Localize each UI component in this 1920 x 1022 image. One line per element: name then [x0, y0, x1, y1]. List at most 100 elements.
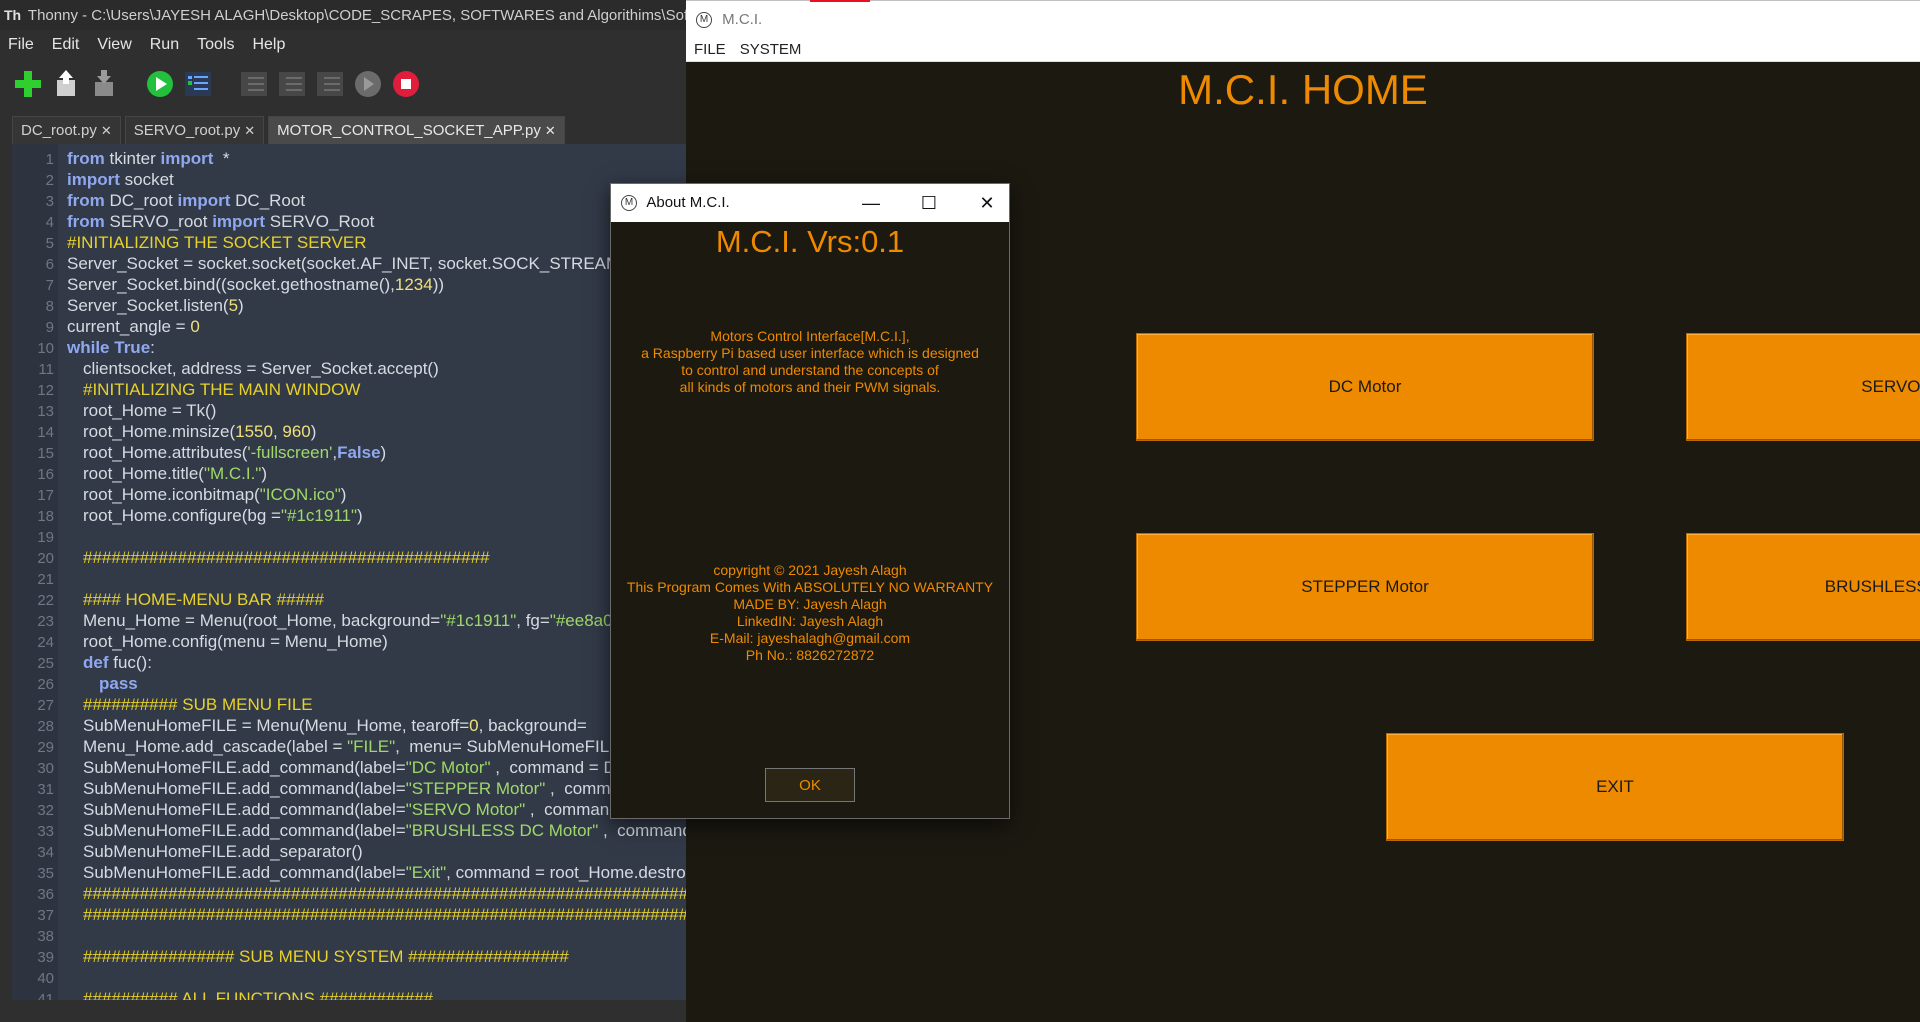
about-description-line: all kinds of motors and their PWM signal… [679, 379, 941, 395]
code-token: ########## SUB MENU FILE [83, 695, 313, 714]
dc-motor-button[interactable]: DC Motor [1136, 333, 1594, 441]
line-code: ################ SUB MENU SYSTEM #######… [67, 946, 569, 967]
line-code: Menu_Home.add_cascade(label = "FILE", me… [67, 736, 626, 757]
step-out-icon[interactable] [314, 68, 346, 100]
code-token: Server_Socket = socket.socket(socket.AF_… [67, 254, 626, 273]
line-code: SubMenuHomeFILE.add_separator() [67, 841, 363, 862]
code-token: from [67, 212, 105, 231]
servo-motor-button[interactable]: SERVO Motor [1686, 333, 1920, 441]
tab-close-icon[interactable]: ✕ [545, 123, 556, 138]
code-token: '-fullscreen' [247, 443, 333, 462]
line-code: while True: [67, 337, 155, 358]
code-line: 7 Server_Socket.bind((socket.gethostname(… [12, 274, 686, 295]
line-number: 31 [37, 781, 54, 798]
code-token: "#1c1911" [280, 506, 358, 525]
line-code: def fuc(): [67, 652, 152, 673]
code-token: root_Home.config(menu = Menu_Home) [83, 632, 388, 651]
menu-tools[interactable]: Tools [197, 30, 234, 60]
code-line: 10 while True: [12, 337, 686, 358]
code-line: 13 root_Home = Tk() [12, 400, 686, 421]
line-number: 16 [37, 466, 54, 483]
code-line: 17 root_Home.iconbitmap("ICON.ico") [12, 484, 686, 505]
menu-help[interactable]: Help [252, 30, 285, 60]
code-line: 29 Menu_Home.add_cascade(label = "FILE", … [12, 736, 686, 757]
line-code: from SERVO_root import SERVO_Root [67, 211, 374, 232]
step-into-icon[interactable] [276, 68, 308, 100]
menu-view[interactable]: View [97, 30, 131, 60]
line-number: 27 [37, 697, 54, 714]
debug-icon[interactable] [182, 68, 214, 100]
thonny-toolbar [0, 60, 686, 112]
editor-tab[interactable]: DC_root.py ✕ [12, 116, 121, 144]
about-credit-line: This Program Comes With ABSOLUTELY NO WA… [626, 579, 994, 595]
about-credit-line: copyright © 2021 Jayesh Alagh [713, 562, 907, 578]
line-number: 36 [37, 886, 54, 903]
line-number: 40 [37, 970, 54, 987]
step-over-icon[interactable] [238, 68, 270, 100]
line-code: SubMenuHomeFILE.add_command(label="DC Mo… [67, 757, 679, 778]
code-line: 24 root_Home.config(menu = Menu_Home) [12, 631, 686, 652]
menu-run[interactable]: Run [150, 30, 179, 60]
code-token: SERVO_Root [265, 212, 375, 231]
code-line: 16 root_Home.title("M.C.I.") [12, 463, 686, 484]
ok-button[interactable]: OK [765, 768, 855, 802]
code-line: 4 from SERVO_root import SERVO_Root [12, 211, 686, 232]
line-code: root_Home.configure(bg ="#1c1911") [67, 505, 363, 526]
line-number: 6 [45, 256, 54, 273]
tab-close-icon[interactable]: ✕ [244, 123, 255, 138]
thonny-logo-icon: Th [4, 7, 22, 23]
line-number: 9 [45, 319, 54, 336]
minimize-icon[interactable]: — [849, 184, 893, 222]
code-line: 27 ########## SUB MENU FILE [12, 694, 686, 715]
code-line: 28 SubMenuHomeFILE = Menu(Menu_Home, tear… [12, 715, 686, 736]
exit-button[interactable]: EXIT [1386, 733, 1844, 841]
code-token: True [114, 338, 151, 357]
line-number: 1 [45, 151, 54, 168]
stop-icon[interactable] [390, 68, 422, 100]
menu-file[interactable]: File [8, 30, 34, 60]
tab-close-icon[interactable]: ✕ [101, 123, 112, 138]
code-line: 14 root_Home.minsize(1550, 960) [12, 421, 686, 442]
code-line: 8 Server_Socket.listen(5) [12, 295, 686, 316]
code-token: DC_root [104, 191, 178, 210]
stepper-motor-button[interactable]: STEPPER Motor [1136, 533, 1594, 641]
code-line: 20 ######################################… [12, 547, 686, 568]
line-code: #INITIALIZING THE SOCKET SERVER [67, 232, 366, 253]
code-line: 12 #INITIALIZING THE MAIN WINDOW [12, 379, 686, 400]
line-number: 38 [37, 928, 54, 945]
brushless-dc-motor-button[interactable]: BRUSHLESS DC Motor [1686, 533, 1920, 641]
line-number: 7 [45, 277, 54, 294]
line-number: 26 [37, 676, 54, 693]
line-code: root_Home.minsize(1550, 960) [67, 421, 316, 442]
menu-edit[interactable]: Edit [52, 30, 80, 60]
line-number: 2 [45, 172, 54, 189]
code-line: 33 SubMenuHomeFILE.add_command(label="BRU… [12, 820, 686, 841]
line-code: root_Home.attributes('-fullscreen',False… [67, 442, 386, 463]
line-code: root_Home.title("M.C.I.") [67, 463, 267, 484]
mci-menu-system[interactable]: SYSTEM [740, 41, 802, 58]
about-titlebar[interactable]: M About M.C.I. — ☐ ✕ [611, 184, 1009, 222]
line-code: ########## ALL FUNCTIONS ############ [67, 988, 433, 1000]
line-code: Menu_Home = Menu(root_Home, background="… [67, 610, 628, 631]
line-number: 13 [37, 403, 54, 420]
code-editor[interactable]: 1 from tkinter import * 2 import socket 3 fro… [12, 144, 686, 1000]
editor-tab[interactable]: SERVO_root.py ✕ [124, 116, 265, 144]
mci-app-icon: M [696, 12, 712, 29]
mci-titlebar[interactable]: M M.C.I. [686, 0, 1920, 38]
about-credit-line: E-Mail: jayeshalagh@gmail.com [709, 630, 911, 646]
run-icon[interactable] [144, 68, 176, 100]
line-number: 35 [37, 865, 54, 882]
mci-menu-file[interactable]: FILE [694, 41, 726, 58]
maximize-icon[interactable]: ☐ [907, 184, 951, 222]
thonny-titlebar[interactable]: Th Thonny - C:\Users\JAYESH ALAGH\Deskto… [0, 0, 686, 30]
resume-icon[interactable] [352, 68, 384, 100]
save-file-icon[interactable] [88, 68, 120, 100]
code-line: 32 SubMenuHomeFILE.add_command(label="SER… [12, 799, 686, 820]
open-file-icon[interactable] [50, 68, 82, 100]
editor-tab[interactable]: MOTOR_CONTROL_SOCKET_APP.py ✕ [268, 116, 565, 144]
line-code: ########################################… [67, 883, 686, 904]
code-token: SERVO_root [104, 212, 213, 231]
line-code: from tkinter import * [67, 148, 229, 169]
new-file-icon[interactable] [12, 68, 44, 100]
close-icon[interactable]: ✕ [965, 184, 1009, 222]
